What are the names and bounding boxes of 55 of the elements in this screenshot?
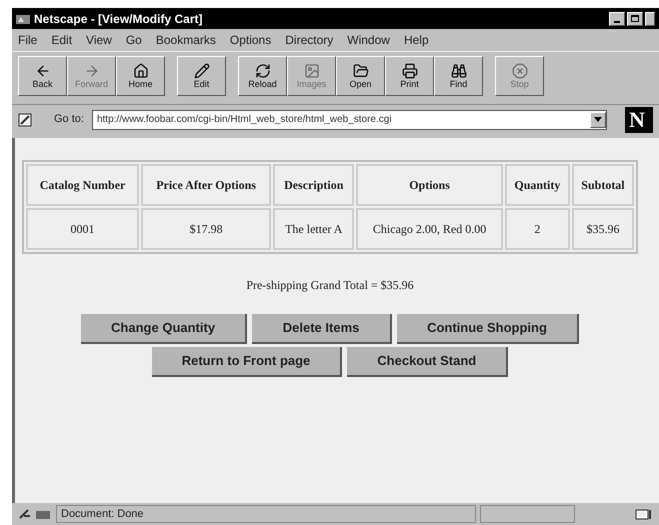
column-header: Catalog Number [26,164,140,206]
image-icon [304,62,320,78]
toolbar-button[interactable]: Reload [238,56,287,96]
toolbar-button[interactable]: Home [116,56,165,96]
caret-icon [594,117,602,122]
column-header: Quantity [504,164,570,206]
table-cell: 0001 [26,208,140,250]
printer-icon [402,62,418,78]
menu-item[interactable]: View [86,31,112,49]
house-icon [132,62,148,78]
column-header: Subtotal [572,164,634,206]
menu-item[interactable]: Help [404,31,429,49]
toolbar-button[interactable]: Back [18,56,67,96]
column-header: Description [273,164,354,206]
toolbar-button[interactable]: Find [434,56,483,96]
location-field[interactable]: http://www.foobar.com/cgi-bin/Html_web_store/html_web_store.cgi [92,110,607,130]
grand-total: Pre-shipping Grand Total = $35.96 [246,277,414,294]
form-button[interactable]: Continue Shopping [397,314,579,344]
window-title: Netscape - [View/Modify Cart] [34,10,204,28]
toolbar-button[interactable]: Edit [177,56,226,96]
reload-icon [254,62,270,78]
maximize-button[interactable] [627,12,643,26]
menu-item[interactable]: Directory [285,31,334,49]
bookmark-icon [18,112,32,126]
arrow-right-icon [84,62,100,78]
table-cell: $17.98 [141,208,272,250]
status-text: Document: Done [56,505,476,523]
folder-icon [352,62,368,78]
menu-item[interactable]: Bookmarks [156,31,216,49]
form-button[interactable]: Checkout Stand [347,347,508,377]
column-header: Options [356,164,503,206]
table-cell: The letter A [273,208,354,250]
form-button[interactable]: Return to Front page [152,347,342,377]
table-cell: $35.96 [572,208,634,250]
form-button[interactable]: Delete Items [252,314,392,344]
netscape-logo: N [625,106,653,132]
toolbar-button[interactable]: Print [385,56,434,96]
toolbar-button[interactable]: Open [336,56,385,96]
binoculars-icon [450,62,466,78]
menu-item[interactable]: Options [230,31,272,49]
menu-item[interactable]: Window [347,31,390,49]
form-button[interactable]: Change Quantity [81,314,248,344]
close-button[interactable] [645,12,655,26]
table-cell: Chicago 2.00, Red 0.00 [356,208,503,250]
pencil-icon [194,62,210,78]
dropdown-button[interactable] [590,112,606,128]
app-icon [16,12,30,24]
minimize-button[interactable] [609,12,625,26]
column-header: Price After Options [141,164,272,206]
menu-item[interactable]: Edit [51,31,72,49]
menu-item[interactable]: File [18,31,38,49]
table-cell: 2 [504,208,570,250]
menu-item[interactable]: Go [126,31,142,49]
stop-icon [512,62,528,78]
location-label: Go to: [54,112,84,128]
